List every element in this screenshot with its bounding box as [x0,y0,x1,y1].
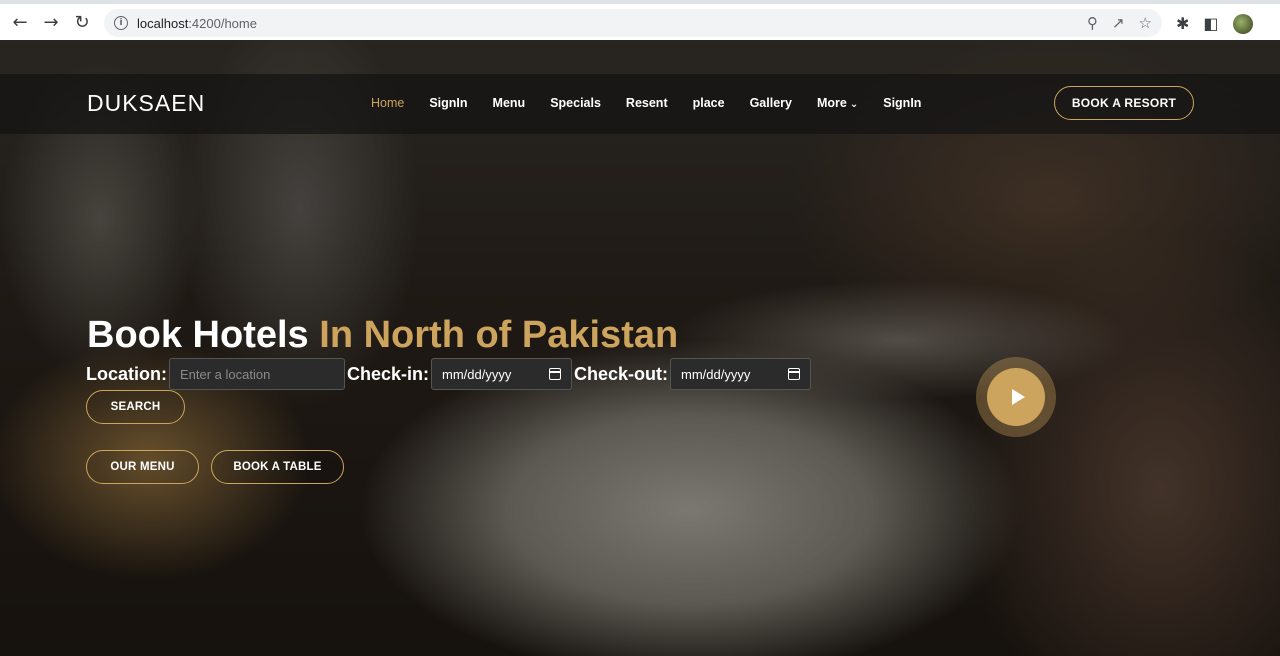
info-icon[interactable]: i [114,16,128,30]
back-icon[interactable]: ← [9,11,31,33]
calendar-icon[interactable] [788,368,801,380]
extensions-icon[interactable]: ✱ [1176,16,1189,32]
hero-section: DUKSAEN Home SignIn Menu Specials Resent… [0,40,1280,656]
nav-resent[interactable]: Resent [626,96,668,110]
checkout-input[interactable]: mm/dd/yyyy [670,358,812,390]
zoom-icon[interactable]: ⚲ [1087,15,1098,31]
nav-signin[interactable]: SignIn [429,96,467,110]
profile-avatar[interactable] [1232,14,1253,34]
booking-form: Location: Enter a location Check-in: mm/… [86,358,812,390]
checkin-label: Check-in: [347,363,430,384]
main-nav: Home SignIn Menu Specials Resent place G… [371,96,946,110]
checkout-value: mm/dd/yyyy [681,366,751,382]
play-icon [1011,389,1025,405]
nav-more-label: More [816,96,847,110]
hero-headline: Book Hotels In North of Pakistan [87,314,678,357]
forward-icon[interactable]: → [40,11,62,33]
headline-main: Book Hotels [87,314,309,356]
sidepanel-icon[interactable]: ◧ [1203,16,1218,32]
nav-more[interactable]: More ⌄ [817,96,858,110]
book-table-button[interactable]: BOOK A TABLE [211,450,344,484]
headline-accent: In North of Pakistan [319,314,679,356]
share-icon[interactable]: ↗ [1112,15,1125,31]
play-button-inner [987,368,1045,426]
url-host: localhost [137,15,189,31]
nav-signin-2[interactable]: SignIn [883,96,921,110]
url-path: :4200/home [188,15,257,31]
chevron-down-icon: ⌄ [849,99,859,110]
nav-gallery[interactable]: Gallery [750,96,792,110]
reload-icon[interactable]: ↻ [71,11,93,33]
our-menu-button[interactable]: OUR MENU [86,450,199,484]
nav-specials[interactable]: Specials [550,96,601,110]
address-bar[interactable]: i localhost:4200/home ⚲ ↗ ☆ [104,9,1162,37]
site-header: DUKSAEN Home SignIn Menu Specials Resent… [0,74,1280,134]
search-button[interactable]: SEARCH [86,390,185,424]
checkin-value: mm/dd/yyyy [442,366,512,382]
nav-menu[interactable]: Menu [493,96,526,110]
star-icon[interactable]: ☆ [1139,15,1152,31]
site-logo[interactable]: DUKSAEN [87,90,205,117]
url-text: localhost:4200/home [137,16,257,31]
nav-home[interactable]: Home [371,96,404,110]
location-input[interactable]: Enter a location [169,358,345,390]
browser-toolbar: ← → ↻ i localhost:4200/home ⚲ ↗ ☆ ✱ ◧ [0,0,1280,40]
play-video-button[interactable] [976,357,1056,437]
checkout-label: Check-out: [574,363,669,384]
location-label: Location: [86,363,167,384]
book-resort-button[interactable]: BOOK A RESORT [1054,86,1194,120]
checkin-input[interactable]: mm/dd/yyyy [431,358,573,390]
nav-place[interactable]: place [693,96,725,110]
calendar-icon[interactable] [549,368,562,380]
